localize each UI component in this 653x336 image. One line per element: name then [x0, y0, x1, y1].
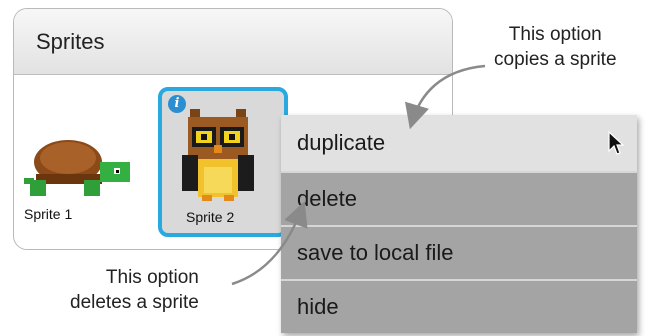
callout-line: copies a sprite: [494, 49, 617, 70]
callout-duplicate: This option copies a sprite: [494, 22, 617, 72]
menu-item-hide[interactable]: hide: [281, 279, 637, 333]
turtle-sprite-icon: [24, 140, 130, 196]
panel-title: Sprites: [36, 28, 105, 54]
menu-item-label: hide: [297, 294, 339, 319]
menu-item-label: save to local file: [297, 240, 454, 265]
menu-item-label: delete: [297, 186, 357, 211]
menu-item-delete[interactable]: delete: [281, 171, 637, 225]
menu-item-save-to-local-file[interactable]: save to local file: [281, 225, 637, 279]
callout-line: This option: [105, 267, 199, 288]
mouse-pointer-icon: [608, 131, 625, 155]
menu-item-duplicate[interactable]: duplicate: [281, 115, 637, 171]
sprite-label: Sprite 2: [186, 209, 235, 225]
sprites-panel-header: Sprites: [14, 9, 452, 75]
callout-delete: This option deletes a sprite: [70, 265, 199, 315]
sprite-context-menu: duplicate delete save to local file hide: [281, 115, 637, 333]
sprite-thumbnail-2-selected[interactable]: i Sprite 2: [158, 87, 288, 237]
owl-sprite-icon: [182, 109, 254, 201]
callout-line: deletes a sprite: [70, 292, 199, 313]
callout-line: This option: [508, 24, 602, 45]
menu-item-label: duplicate: [297, 130, 386, 155]
sprite-label: Sprite 1: [24, 206, 73, 222]
